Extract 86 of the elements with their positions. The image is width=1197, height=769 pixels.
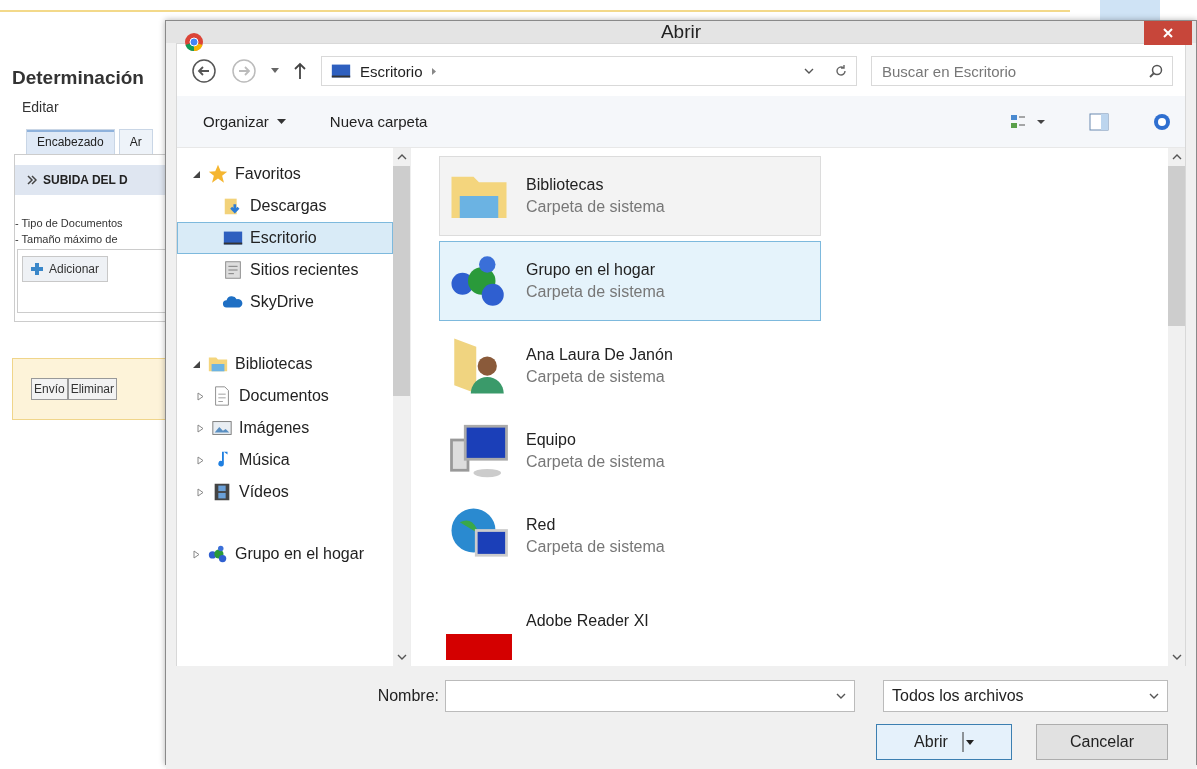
- expand-arrow-icon[interactable]: [196, 423, 205, 433]
- nav-tree-item[interactable]: Escritorio: [177, 222, 393, 254]
- recent-places-icon: [222, 259, 244, 281]
- nav-tree-item[interactable]: Sitios recientes: [177, 254, 393, 286]
- search-icon: [1149, 64, 1163, 78]
- file-type-dropdown[interactable]: Todos los archivos: [883, 680, 1168, 712]
- up-arrow-button[interactable]: [293, 62, 307, 80]
- collapse-arrow-icon[interactable]: [192, 169, 201, 179]
- file-name: Equipo: [526, 431, 577, 449]
- recent-locations-caret-icon[interactable]: [271, 68, 279, 74]
- file-type: Carpeta de sistema: [526, 283, 665, 301]
- back-button[interactable]: [191, 58, 217, 84]
- open-button[interactable]: Abrir: [876, 724, 1012, 760]
- nav-tree-item[interactable]: Imágenes: [177, 412, 393, 444]
- nav-tree-item[interactable]: SkyDrive: [177, 286, 393, 318]
- menu-item[interactable]: Editar: [22, 99, 59, 115]
- file-name: Bibliotecas: [526, 176, 605, 194]
- file-item[interactable]: Adobe Reader XI: [439, 581, 821, 661]
- double-chevron-icon: [27, 175, 37, 185]
- nav-tree-item[interactable]: Favoritos: [177, 158, 393, 190]
- tab[interactable]: Encabezado: [26, 129, 115, 154]
- file-item[interactable]: Equipo Carpeta de sistema: [439, 411, 821, 491]
- nav-tree-item[interactable]: Vídeos: [177, 476, 393, 508]
- breadcrumb-arrow-icon: [430, 66, 437, 76]
- file-item[interactable]: Ana Laura De Janón Carpeta de sistema: [439, 326, 821, 406]
- search-field[interactable]: Buscar en Escritorio: [871, 56, 1173, 86]
- refresh-icon[interactable]: [834, 64, 848, 78]
- close-button[interactable]: [1144, 21, 1192, 45]
- page-background-panel: [1100, 0, 1160, 20]
- expand-arrow-icon[interactable]: [196, 391, 205, 401]
- scroll-up-icon: [1171, 152, 1182, 162]
- cancel-button[interactable]: Cancelar: [1036, 724, 1168, 760]
- page-title: Determinación: [12, 67, 144, 89]
- info-text: - Tamaño máximo de: [15, 232, 118, 247]
- address-bar[interactable]: Escritorio: [321, 56, 857, 86]
- plus-icon: [31, 263, 43, 275]
- nav-tree-item[interactable]: Documentos: [177, 380, 393, 412]
- collapse-arrow-icon[interactable]: [192, 359, 201, 369]
- nav-tree-item[interactable]: Descargas: [177, 190, 393, 222]
- nav-tree-item[interactable]: Bibliotecas: [177, 348, 393, 380]
- caret-icon: [276, 118, 286, 125]
- preview-pane-icon[interactable]: [1089, 112, 1109, 131]
- info-text: - Tipo de Documentos: [15, 216, 123, 231]
- command-button[interactable]: Nueva carpeta: [329, 113, 428, 130]
- dropdown-chevron-icon: [1149, 691, 1159, 701]
- file-type: Carpeta de sistema: [526, 198, 665, 216]
- scroll-down-icon: [396, 652, 407, 662]
- split-caret-icon: [961, 732, 974, 752]
- file-name: Grupo en el hogar: [526, 261, 656, 279]
- homegroup-icon: [207, 543, 229, 565]
- filename-field[interactable]: [445, 680, 855, 712]
- nav-tree-item[interactable]: Grupo en el hogar: [177, 538, 393, 570]
- action-button[interactable]: Eliminar: [67, 378, 118, 400]
- scroll-down-icon: [1171, 652, 1182, 662]
- scroll-up-icon: [396, 152, 407, 162]
- scrollbar[interactable]: [1168, 148, 1185, 666]
- help-icon[interactable]: [1153, 112, 1171, 131]
- command-button[interactable]: Organizar: [203, 113, 286, 130]
- add-button[interactable]: Adicionar: [22, 256, 109, 282]
- expand-arrow-icon[interactable]: [196, 487, 205, 497]
- action-button[interactable]: Envío: [31, 378, 68, 400]
- file-name: Red: [526, 516, 557, 534]
- dialog-title: Abrir: [660, 21, 702, 43]
- file-item[interactable]: Red Carpeta de sistema: [439, 496, 821, 576]
- section-title: SUBIDA DEL D: [43, 173, 128, 187]
- file-type: Carpeta de sistema: [526, 538, 665, 556]
- nav-tree-item[interactable]: Música: [177, 444, 393, 476]
- file-type: Carpeta de sistema: [526, 368, 666, 386]
- tab[interactable]: Ar: [118, 129, 153, 154]
- pdf-app-icon: [446, 633, 512, 660]
- filename-label: Nombre:: [377, 687, 439, 705]
- file-item[interactable]: Grupo en el hogar Carpeta de sistema: [439, 241, 821, 321]
- file-type: Carpeta de sistema: [526, 453, 665, 471]
- file-item[interactable]: Bibliotecas Carpeta de sistema: [439, 156, 821, 236]
- dropdown-chevron-icon: [836, 691, 846, 701]
- view-options-icon[interactable]: [1011, 113, 1045, 130]
- close-icon: [1163, 28, 1173, 38]
- dropdown-chevron-icon: [804, 66, 814, 76]
- file-name: Adobe Reader XI: [526, 612, 649, 630]
- scrollbar[interactable]: [393, 148, 410, 666]
- expand-arrow-icon[interactable]: [196, 455, 205, 465]
- expand-arrow-icon[interactable]: [192, 549, 201, 559]
- file-name: Ana Laura De Janón: [526, 346, 673, 364]
- star-icon: [207, 163, 229, 185]
- address-text: Escritorio: [360, 62, 423, 80]
- forward-button[interactable]: [231, 58, 257, 84]
